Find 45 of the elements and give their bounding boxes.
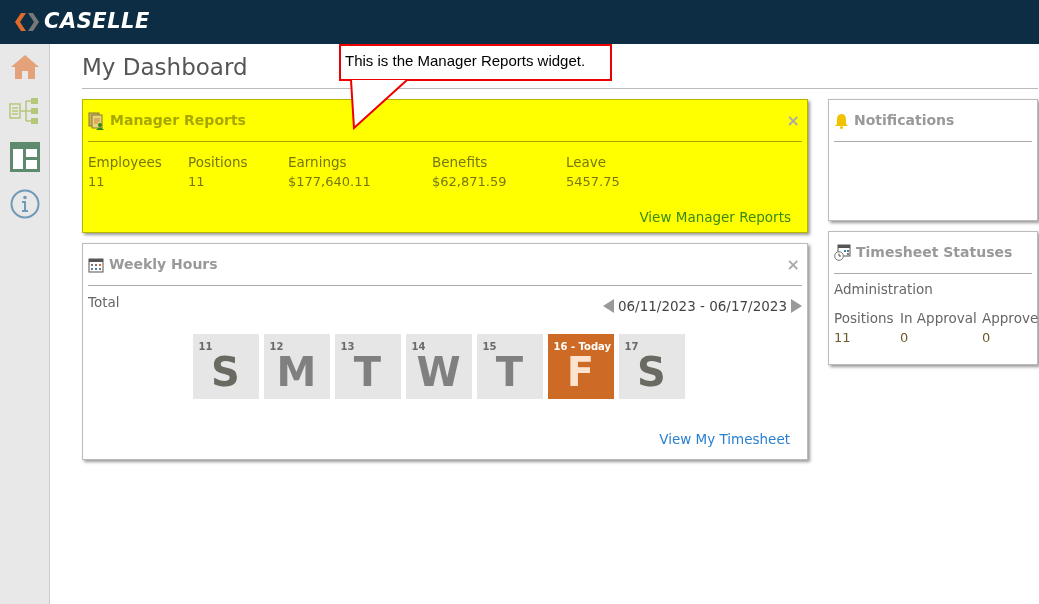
stat-label: Employees <box>88 153 163 172</box>
department-label: Administration <box>834 280 933 299</box>
widget-title: Timesheet Statuses <box>856 243 1013 262</box>
stat-value: 0 <box>982 328 992 347</box>
date-range: 06/11/2023 - 06/17/2023 <box>617 297 787 316</box>
close-button[interactable]: × <box>786 256 800 273</box>
widget-title: Notifications <box>854 111 955 130</box>
total-label: Total <box>88 293 120 312</box>
widget-title: Manager Reports <box>110 111 246 130</box>
callout-pointer <box>350 78 410 130</box>
day-tile[interactable]: S 11 <box>192 334 259 400</box>
stat-value: $62,871.59 <box>432 173 508 192</box>
stat-label: Leave <box>566 153 608 172</box>
stat-value: 5457.75 <box>566 173 621 192</box>
day-tile[interactable]: S 17 <box>618 334 685 400</box>
hierarchy-icon[interactable] <box>8 97 41 125</box>
info-icon[interactable] <box>9 189 40 219</box>
view-reports-link[interactable]: View Manager Reports <box>639 206 791 227</box>
day-tile[interactable]: M 12 <box>263 334 330 400</box>
stat-value: 0 <box>900 328 910 347</box>
layout-icon[interactable] <box>9 142 40 172</box>
previous-week-button[interactable] <box>602 299 614 314</box>
bell-icon <box>834 112 849 129</box>
day-tile[interactable]: T 15 <box>476 334 543 400</box>
day-tile[interactable]: F 16 - Today <box>547 334 614 400</box>
view-timesheet-link[interactable]: View My Timesheet <box>659 428 790 449</box>
clock-calendar-icon <box>834 244 851 261</box>
stat-label: Positions <box>834 308 895 328</box>
day-tile[interactable]: T 13 <box>334 334 401 400</box>
home-icon[interactable] <box>9 54 40 80</box>
calendar-icon <box>88 256 104 273</box>
stat-label: In Approval <box>900 308 978 328</box>
widget-title: Weekly Hours <box>109 255 218 274</box>
stat-label: Earnings <box>288 153 348 172</box>
brand-name: CASELLE <box>44 8 150 36</box>
stat-label: Benefits <box>432 153 489 172</box>
stat-value: 11 <box>88 173 106 192</box>
stat-value: 11 <box>834 328 852 347</box>
day-tile[interactable]: W 14 <box>405 334 472 400</box>
stat-value: 11 <box>188 173 206 192</box>
next-week-button[interactable] <box>791 299 802 314</box>
stat-value: $177,640.11 <box>288 173 372 192</box>
logo-icon <box>14 12 40 32</box>
report-icon <box>88 111 105 130</box>
stat-label: Positions <box>188 153 249 172</box>
